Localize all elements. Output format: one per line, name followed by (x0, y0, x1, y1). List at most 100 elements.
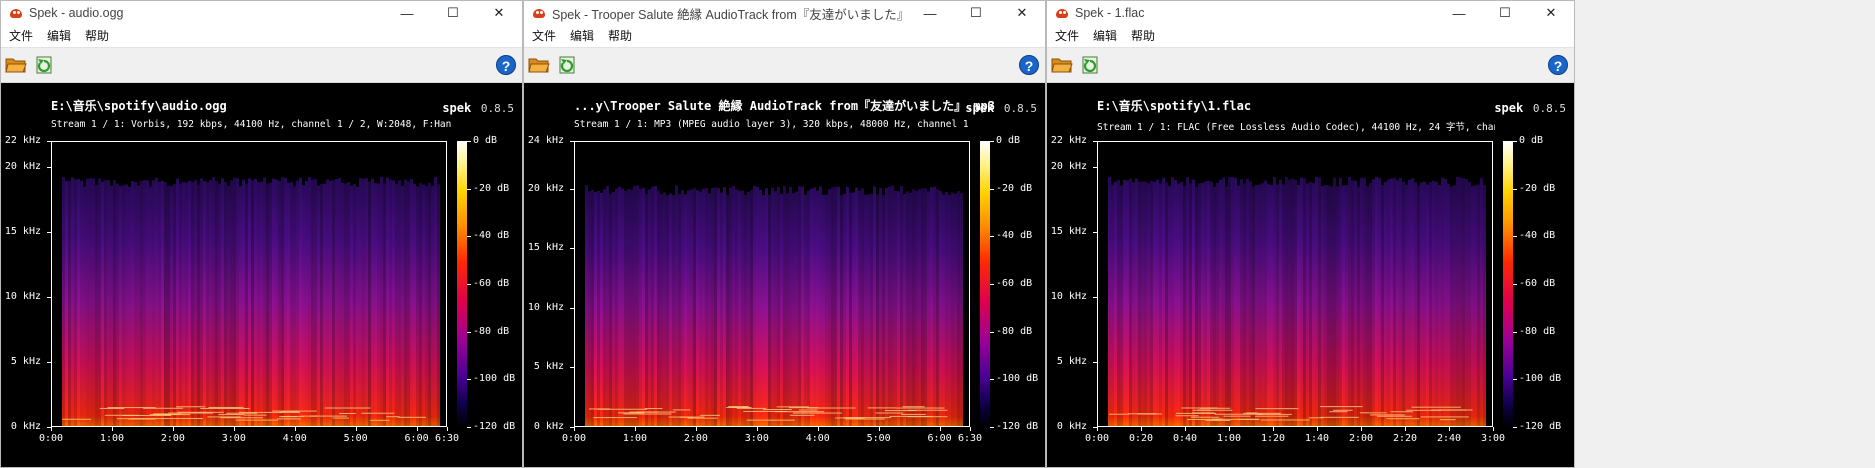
db-colorbar (1503, 141, 1513, 427)
tick-mark (970, 427, 971, 431)
tick-mark (467, 236, 471, 238)
tick-mark (355, 427, 357, 431)
maximize-button[interactable]: ☐ (953, 1, 999, 25)
tick-mark (1229, 427, 1230, 431)
db-tick-label: -100 dB (1519, 373, 1562, 385)
tick-mark (294, 427, 296, 431)
x-tick-label: 0:00 (562, 433, 587, 444)
folder-open-icon[interactable] (1051, 56, 1073, 74)
spectrogram-canvas: E:\音乐\spotify\1.flac spek 0.8.5 Stream 1… (1047, 83, 1574, 467)
spek-window-2: Spek - Trooper Salute 絶縁 AudioTrack from… (523, 0, 1046, 468)
title-bar[interactable]: Spek - Trooper Salute 絶縁 AudioTrack from… (524, 1, 1045, 25)
db-colorbar (980, 141, 990, 427)
y-tick-label: 5 kHz (1056, 356, 1087, 367)
help-icon[interactable]: ? (1548, 55, 1568, 75)
y-tick-label: 20 kHz (527, 182, 564, 194)
menu-file[interactable]: 文件 (1047, 25, 1086, 47)
folder-open-icon[interactable] (528, 56, 550, 74)
x-tick-label: 6:30 (435, 433, 460, 444)
menu-bar: 文件 编辑 帮助 (524, 25, 1045, 48)
tick-mark (990, 236, 994, 238)
menu-edit[interactable]: 编辑 (1086, 25, 1124, 47)
x-tick-label: 2:00 (1349, 433, 1374, 444)
x-tick-label: 3:00 (221, 433, 246, 444)
db-tick-label: -20 dB (1519, 182, 1556, 194)
tick-mark (1513, 379, 1517, 381)
reload-icon[interactable] (558, 55, 580, 75)
spectrogram-plot (1097, 141, 1493, 427)
y-tick-label: 15 kHz (1050, 226, 1087, 237)
y-tick-label: 20 kHz (4, 161, 41, 172)
spectrogram-plot (574, 141, 970, 427)
close-button[interactable]: ✕ (1528, 1, 1574, 25)
tick-mark (990, 427, 994, 428)
stream-info: Stream 1 / 1: Vorbis, 192 kbps, 44100 Hz… (51, 119, 451, 130)
tick-mark (1093, 167, 1097, 168)
tick-mark (1185, 427, 1186, 431)
menu-bar: 文件 编辑 帮助 (1047, 25, 1574, 48)
minimize-button[interactable]: — (384, 1, 430, 25)
x-tick-label: 1:00 (99, 433, 125, 444)
y-tick-label: 5 kHz (10, 356, 41, 367)
tick-mark (1141, 427, 1142, 431)
tick-mark (47, 297, 51, 298)
db-tick-label: -120 dB (996, 421, 1039, 432)
file-path: E:\音乐\spotify\1.flac (1097, 99, 1252, 113)
menu-edit[interactable]: 编辑 (40, 25, 78, 47)
y-tick-label: 10 kHz (4, 291, 41, 302)
tick-mark (467, 331, 471, 333)
close-button[interactable]: ✕ (999, 1, 1045, 25)
reload-icon[interactable] (35, 55, 57, 75)
reload-icon[interactable] (1081, 55, 1103, 75)
tick-mark (1493, 427, 1494, 431)
menu-help[interactable]: 帮助 (1124, 25, 1162, 47)
db-tick-label: -60 dB (1519, 278, 1556, 289)
menu-file[interactable]: 文件 (1, 25, 40, 47)
help-icon[interactable]: ? (496, 55, 516, 75)
help-icon[interactable]: ? (1019, 55, 1039, 75)
menu-help[interactable]: 帮助 (78, 25, 116, 47)
tick-mark (51, 427, 52, 431)
db-tick-label: -100 dB (996, 373, 1039, 385)
tick-mark (570, 248, 574, 250)
db-tick-label: -40 dB (1519, 230, 1556, 242)
file-path: E:\音乐\spotify\audio.ogg (51, 99, 227, 113)
title-bar[interactable]: Spek - audio.ogg — ☐ ✕ (1, 1, 522, 25)
menu-edit[interactable]: 编辑 (563, 25, 601, 47)
y-tick-label: 22 kHz (1050, 135, 1087, 146)
toolbar: ? (1047, 48, 1574, 83)
spek-window-1: Spek - audio.ogg — ☐ ✕ 文件 编辑 帮助 ? E:\音乐\… (0, 0, 523, 468)
tick-mark (570, 188, 574, 190)
db-tick-label: -120 dB (1519, 421, 1562, 432)
tick-mark (1513, 427, 1517, 428)
maximize-button[interactable]: ☐ (430, 1, 476, 25)
minimize-button[interactable]: — (907, 1, 953, 25)
folder-open-icon[interactable] (5, 56, 27, 74)
spectrogram-image (1098, 142, 1492, 426)
stream-info: Stream 1 / 1: MP3 (MPEG audio layer 3), … (574, 119, 972, 130)
maximize-button[interactable]: ☐ (1482, 1, 1528, 25)
window-title: Spek - Trooper Salute 絶縁 AudioTrack from… (552, 7, 907, 22)
spectrogram-image (52, 142, 446, 426)
close-button[interactable]: ✕ (476, 1, 522, 25)
y-tick-label: 20 kHz (1050, 161, 1087, 172)
spek-app-icon (532, 7, 546, 19)
toolbar: ? (1, 48, 522, 83)
tick-mark (756, 427, 758, 431)
x-tick-label: 3:00 (744, 433, 769, 444)
y-tick-label: 5 kHz (533, 361, 564, 373)
tick-mark (467, 141, 471, 142)
menu-file[interactable]: 文件 (524, 25, 563, 47)
tick-mark (817, 427, 819, 431)
tick-mark (172, 427, 174, 431)
window-title: Spek - audio.ogg (29, 6, 124, 20)
menu-help[interactable]: 帮助 (601, 25, 639, 47)
minimize-button[interactable]: — (1436, 1, 1482, 25)
tick-mark (1513, 188, 1517, 190)
tick-mark (570, 307, 574, 309)
db-tick-label: -80 dB (996, 325, 1033, 337)
title-bar[interactable]: Spek - 1.flac — ☐ ✕ (1047, 1, 1574, 25)
menu-bar: 文件 编辑 帮助 (1, 25, 522, 48)
tick-mark (1361, 427, 1362, 431)
tick-mark (1273, 427, 1274, 431)
